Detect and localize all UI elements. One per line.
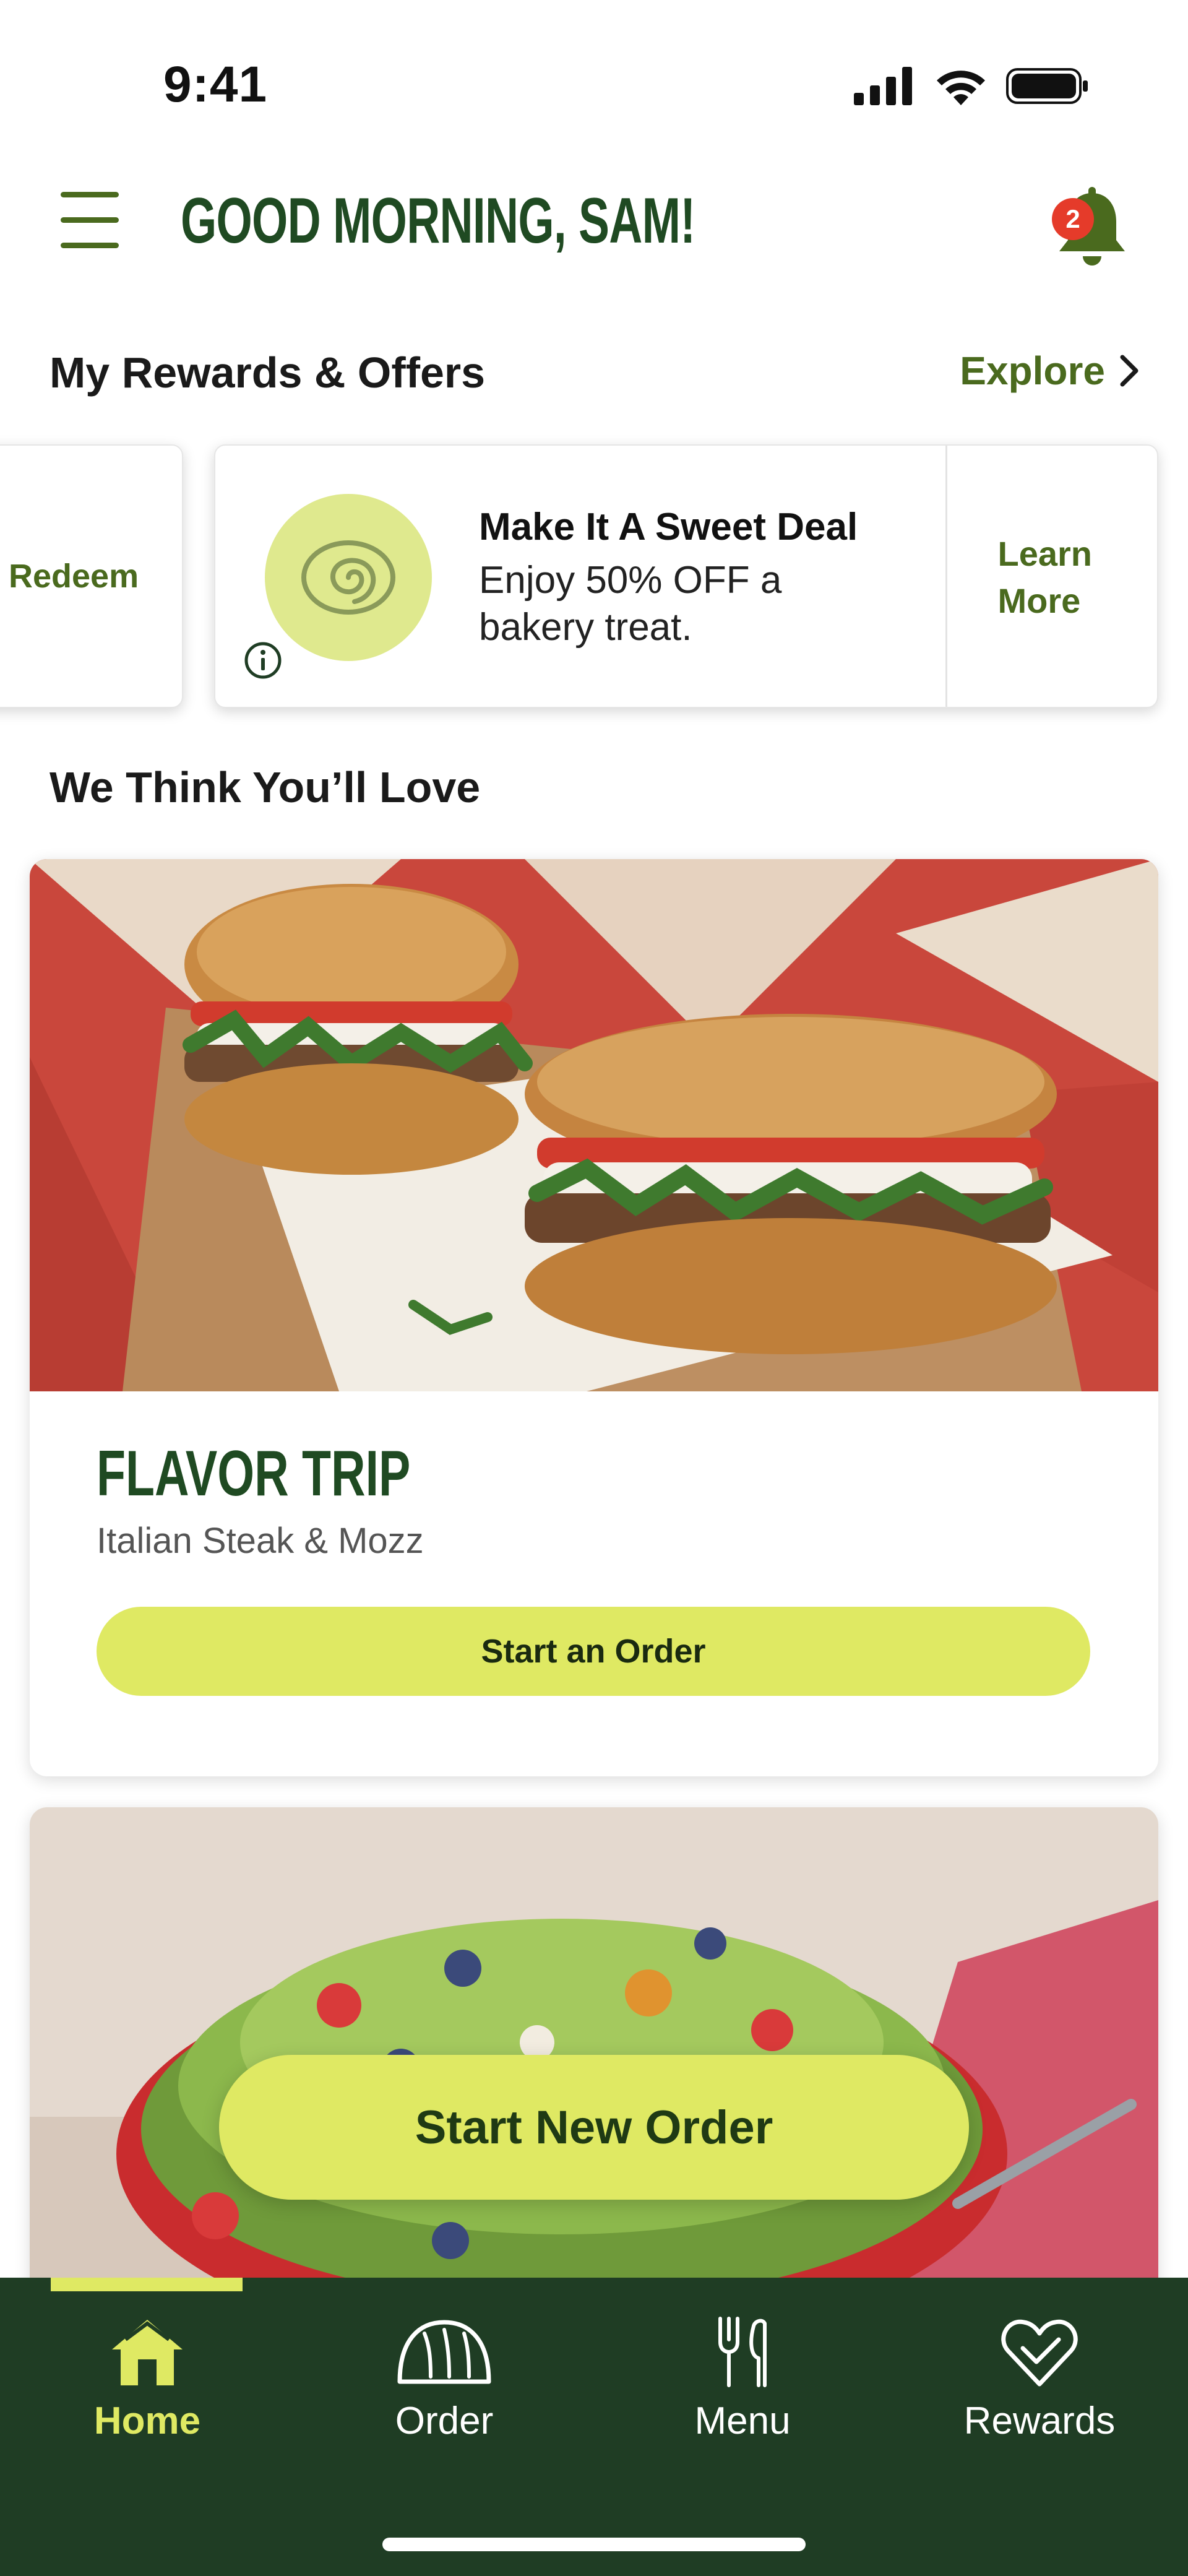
recommendation-item-name: Italian Steak & Mozz [97, 1521, 424, 1561]
nav-rewards-label: Rewards [963, 2400, 1116, 2442]
redeem-label[interactable]: Redeem [9, 557, 139, 595]
greeting-title: GOOD MORNING, SAM! [181, 185, 695, 257]
start-new-order-button[interactable]: Start New Order [219, 2055, 969, 2200]
status-bar: 9:41 [0, 0, 1188, 149]
sandwich-photo [30, 859, 1158, 1391]
wifi-icon [937, 71, 985, 105]
hamburger-menu-icon[interactable] [61, 192, 123, 248]
bread-icon [397, 2320, 491, 2384]
recommendation-card[interactable]: FLAVOR TRIP Italian Steak & Mozz Start a… [30, 859, 1158, 1776]
explore-link[interactable]: Explore [960, 348, 1138, 394]
battery-icon [1006, 68, 1088, 104]
rewards-section-title: My Rewards & Offers [50, 348, 486, 397]
learn-more-button[interactable]: Learn More [945, 446, 1157, 707]
nav-home-label: Home [93, 2400, 201, 2442]
notifications-button[interactable]: 2 [1052, 186, 1132, 272]
info-icon[interactable] [244, 641, 282, 680]
nav-rewards-tab[interactable]: Rewards [903, 2315, 1176, 2463]
nav-menu-tab[interactable]: Menu [606, 2315, 879, 2463]
start-an-order-button[interactable]: Start an Order [97, 1607, 1090, 1696]
utensils-icon [718, 2317, 767, 2387]
notification-badge: 2 [1052, 198, 1094, 240]
heart-icon [1001, 2319, 1078, 2387]
home-indicator-bar[interactable] [382, 2538, 806, 2551]
app-header: GOOD MORNING, SAM! 2 [0, 167, 1188, 291]
recommendation-tag: FLAVOR TRIP [97, 1438, 411, 1510]
cinnamon-roll-icon [301, 540, 395, 615]
status-time: 9:41 [163, 56, 268, 113]
reward-card-redeem[interactable]: Redeem [0, 444, 183, 708]
nav-menu-label: Menu [694, 2400, 791, 2442]
nav-order-tab[interactable]: Order [308, 2315, 580, 2463]
offer-description: Enjoy 50% OFF a bakery treat. [479, 559, 782, 649]
recommendations-section-title: We Think You’ll Love [50, 763, 481, 811]
nav-order-label: Order [395, 2400, 494, 2442]
offer-image [265, 494, 432, 661]
chevron-right-icon [1120, 355, 1138, 387]
bottom-navigation: Home Order Menu Rewards [0, 2278, 1188, 2576]
nav-home-tab[interactable]: Home [11, 2315, 283, 2463]
home-icon [112, 2320, 183, 2385]
cellular-signal-icon [854, 67, 912, 105]
active-tab-indicator [51, 2278, 243, 2291]
learn-more-label: Learn More [997, 534, 1093, 620]
offer-title: Make It A Sweet Deal [479, 506, 858, 548]
offer-card[interactable]: Make It A Sweet Deal Enjoy 50% OFF a bak… [214, 444, 1158, 708]
status-icons [854, 67, 1089, 105]
explore-label: Explore [960, 348, 1105, 393]
